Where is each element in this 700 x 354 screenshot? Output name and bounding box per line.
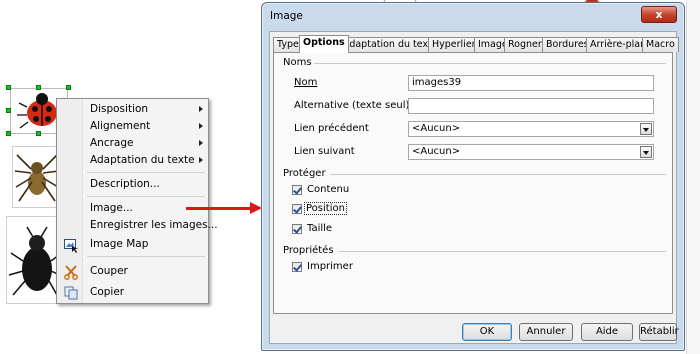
next-link-select[interactable]: <Aucun> — [408, 144, 654, 160]
group-divider — [338, 251, 666, 252]
close-button[interactable]: x — [641, 6, 677, 23]
protect-content-checkbox[interactable] — [292, 185, 302, 195]
dialog-body: Type Options Adaptation du texte Hyperli… — [269, 31, 679, 344]
previous-link-label: Lien précédent — [294, 123, 369, 134]
menu-item-label: Image... — [90, 202, 133, 214]
dialog-title: Image — [270, 10, 303, 22]
submenu-arrow-icon — [199, 140, 203, 146]
tab-options[interactable]: Options — [299, 35, 349, 53]
menu-separator — [87, 256, 205, 257]
document-scrollbar[interactable] — [686, 0, 700, 354]
protect-content-label[interactable]: Contenu — [307, 184, 349, 195]
submenu-arrow-icon — [199, 106, 203, 112]
selection-handle[interactable] — [36, 131, 41, 136]
protect-size-label[interactable]: Taille — [307, 223, 332, 234]
selection-handle[interactable] — [66, 85, 71, 90]
image-dialog: Image x Type Options Adaptation du texte… — [261, 2, 685, 351]
help-button[interactable]: Aide — [581, 323, 633, 341]
menu-item-ancrage[interactable]: Ancrage — [58, 135, 208, 152]
image-map-icon — [63, 237, 79, 253]
print-label[interactable]: Imprimer — [307, 261, 353, 272]
selection-handle[interactable] — [6, 108, 11, 113]
ok-button[interactable]: OK — [462, 323, 512, 341]
group-divider — [314, 63, 666, 64]
protect-position-label[interactable]: Position — [304, 202, 347, 215]
selection-handle[interactable] — [6, 131, 11, 136]
menu-item-adaptation-du-texte[interactable]: Adaptation du texte — [58, 152, 208, 169]
reset-button[interactable]: Rétablir — [639, 323, 679, 341]
previous-link-select[interactable]: <Aucun> — [408, 121, 654, 137]
menu-item-disposition[interactable]: Disposition — [58, 101, 208, 118]
menu-item-label: Adaptation du texte — [90, 154, 195, 166]
menu-item-description[interactable]: Description... — [58, 176, 208, 193]
menu-separator — [87, 172, 205, 173]
alt-text-label: Alternative (texte seul) — [294, 100, 410, 111]
name-field[interactable]: images39 — [408, 75, 654, 91]
group-title-noms: Noms — [283, 57, 312, 68]
group-title-proprietes: Propriétés — [283, 245, 334, 256]
previous-link-value: <Aucun> — [412, 123, 461, 134]
tab-macro[interactable]: Macro — [642, 37, 679, 52]
menu-item-copier[interactable]: Copier — [58, 284, 208, 301]
beetle-image[interactable] — [6, 216, 60, 304]
dropdown-arrow-icon[interactable] — [640, 146, 652, 158]
print-checkbox[interactable] — [292, 262, 302, 272]
menu-item-label: Enregistrer les images... — [90, 219, 218, 231]
menu-separator — [87, 196, 205, 197]
selection-handle[interactable] — [36, 85, 41, 90]
menu-item-alignement[interactable]: Alignement — [58, 118, 208, 135]
scissors-icon — [63, 264, 79, 280]
red-arrow — [186, 207, 252, 210]
tab-arriere-plan[interactable]: Arrière-plan — [586, 37, 651, 52]
context-menu: Disposition Alignement Ancrage Adaptatio… — [56, 98, 218, 304]
selection-handle[interactable] — [6, 85, 11, 90]
protect-size-checkbox[interactable] — [292, 224, 302, 234]
cancel-button[interactable]: Annuler — [519, 323, 573, 341]
menu-item-label: Copier — [90, 286, 125, 298]
menu-item-label: Disposition — [90, 103, 149, 115]
menu-item-label: Ancrage — [90, 137, 134, 149]
protect-position-checkbox[interactable] — [292, 204, 302, 214]
next-link-label: Lien suivant — [294, 146, 355, 157]
group-divider — [330, 174, 666, 175]
options-panel: Noms Nom images39 Alternative (texte seu… — [273, 52, 673, 314]
group-title-proteger: Protéger — [283, 168, 326, 179]
submenu-arrow-icon — [199, 123, 203, 129]
spider-image[interactable] — [12, 146, 60, 208]
menu-item-label: Couper — [90, 265, 128, 277]
submenu-arrow-icon — [199, 157, 203, 163]
menu-item-label: Description... — [90, 178, 160, 190]
screen: Disposition Alignement Ancrage Adaptatio… — [0, 0, 700, 354]
copy-icon — [63, 285, 79, 301]
menu-item-image-map[interactable]: Image Map — [58, 236, 208, 253]
menu-item-label: Image Map — [90, 238, 149, 250]
name-label: Nom — [294, 77, 318, 88]
alt-text-field[interactable] — [408, 98, 654, 114]
menu-item-enregistrer-les-images[interactable]: Enregistrer les images... — [58, 217, 218, 234]
menu-item-couper[interactable]: Couper — [58, 263, 208, 280]
tab-adaptation-du-texte[interactable]: Adaptation du texte — [339, 37, 442, 52]
dropdown-arrow-icon[interactable] — [640, 123, 652, 135]
next-link-value: <Aucun> — [412, 146, 461, 157]
tab-rogner[interactable]: Rogner — [504, 37, 546, 52]
menu-item-label: Alignement — [90, 120, 151, 132]
